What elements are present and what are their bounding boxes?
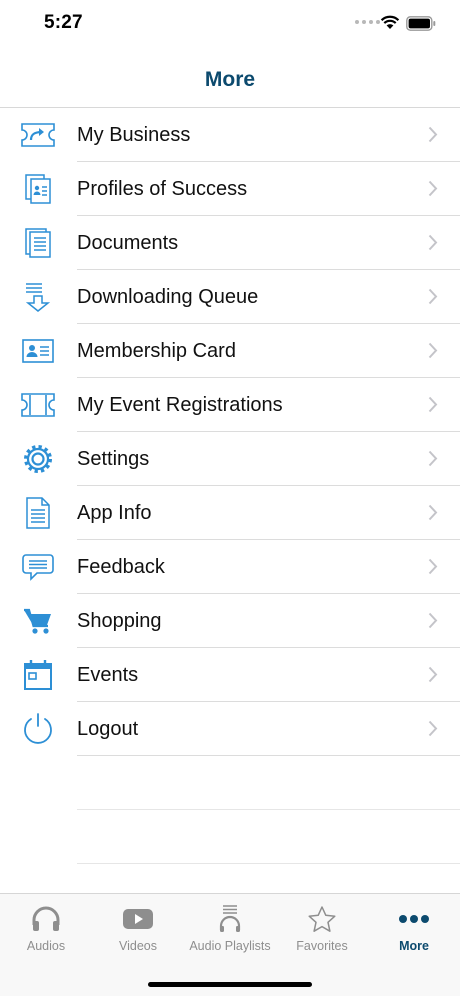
menu-item-my-business[interactable]: My Business	[0, 108, 460, 162]
tab-more[interactable]: More	[368, 894, 460, 964]
menu-item-label: Documents	[77, 232, 179, 254]
more-menu-list: My Business Profiles of Success Document…	[0, 108, 460, 864]
menu-item-membership-card[interactable]: Membership Card	[0, 324, 460, 378]
wifi-icon	[380, 15, 400, 29]
menu-item-settings[interactable]: Settings	[0, 432, 460, 486]
menu-item-label: App Info	[77, 502, 152, 524]
home-indicator[interactable]	[148, 982, 312, 987]
menu-item-documents[interactable]: Documents	[0, 216, 460, 270]
calendar-icon	[20, 658, 56, 692]
gear-icon	[20, 442, 56, 476]
status-time: 5:27	[44, 12, 83, 33]
chevron-right-icon	[428, 288, 438, 305]
chevron-right-icon	[428, 396, 438, 413]
ticket-arrow-icon	[20, 118, 56, 152]
menu-item-events[interactable]: Events	[0, 648, 460, 702]
star-icon	[276, 904, 368, 934]
tab-label: Videos	[119, 939, 157, 953]
tab-audios[interactable]: Audios	[0, 894, 92, 964]
menu-item-label: Logout	[77, 718, 139, 740]
chevron-right-icon	[428, 450, 438, 467]
chevron-right-icon	[428, 180, 438, 197]
menu-item-my-event-registrations[interactable]: My Event Registrations	[0, 378, 460, 432]
download-queue-icon	[20, 280, 56, 314]
menu-item-label: Events	[77, 664, 139, 686]
menu-item-label: Shopping	[77, 610, 162, 632]
menu-item-label: Membership Card	[77, 340, 236, 362]
power-icon	[20, 712, 56, 746]
document-icon	[20, 496, 56, 530]
tab-label: Audio Playlists	[189, 939, 271, 953]
status-bar: 5:27	[0, 0, 460, 50]
ticket-icon	[20, 388, 56, 422]
tab-videos[interactable]: Videos	[92, 894, 184, 964]
tab-label: Favorites	[296, 939, 348, 953]
chat-bubble-icon	[20, 550, 56, 584]
documents-icon	[20, 226, 56, 260]
chevron-right-icon	[428, 342, 438, 359]
battery-icon	[406, 16, 436, 31]
tab-favorites[interactable]: Favorites	[276, 894, 368, 964]
tab-label: More	[399, 939, 429, 953]
membership-card-icon	[20, 334, 56, 368]
chevron-right-icon	[428, 558, 438, 575]
chevron-right-icon	[428, 612, 438, 629]
menu-item-feedback[interactable]: Feedback	[0, 540, 460, 594]
menu-item-downloading-queue[interactable]: Downloading Queue	[0, 270, 460, 324]
menu-item-profiles-of-success[interactable]: Profiles of Success	[0, 162, 460, 216]
menu-item-label: Settings	[77, 448, 150, 470]
menu-item-shopping[interactable]: Shopping	[0, 594, 460, 648]
chevron-right-icon	[428, 504, 438, 521]
chevron-right-icon	[428, 234, 438, 251]
menu-item-label: Profiles of Success	[77, 178, 248, 200]
page-title: More	[204, 68, 256, 91]
playlist-icon	[184, 904, 276, 934]
tab-audio-playlists[interactable]: Audio Playlists	[184, 894, 276, 964]
chevron-right-icon	[428, 666, 438, 683]
video-play-icon	[92, 904, 184, 934]
empty-row	[0, 756, 460, 810]
empty-row	[0, 810, 460, 864]
profile-documents-icon	[20, 172, 56, 206]
more-dots-icon	[368, 904, 460, 934]
menu-item-logout[interactable]: Logout	[0, 702, 460, 756]
menu-item-label: My Event Registrations	[77, 394, 283, 416]
menu-item-app-info[interactable]: App Info	[0, 486, 460, 540]
menu-item-label: My Business	[77, 124, 191, 146]
menu-item-label: Downloading Queue	[77, 286, 259, 308]
chevron-right-icon	[428, 720, 438, 737]
cart-icon	[20, 604, 56, 638]
headphones-icon	[0, 904, 92, 934]
tab-label: Audios	[26, 939, 66, 953]
chevron-right-icon	[428, 126, 438, 143]
menu-item-label: Feedback	[77, 556, 165, 578]
row-separator	[77, 863, 460, 864]
tab-bar: Audios Videos Audio Playlists Favorites …	[0, 893, 460, 996]
cellular-signal-icon	[355, 20, 380, 24]
